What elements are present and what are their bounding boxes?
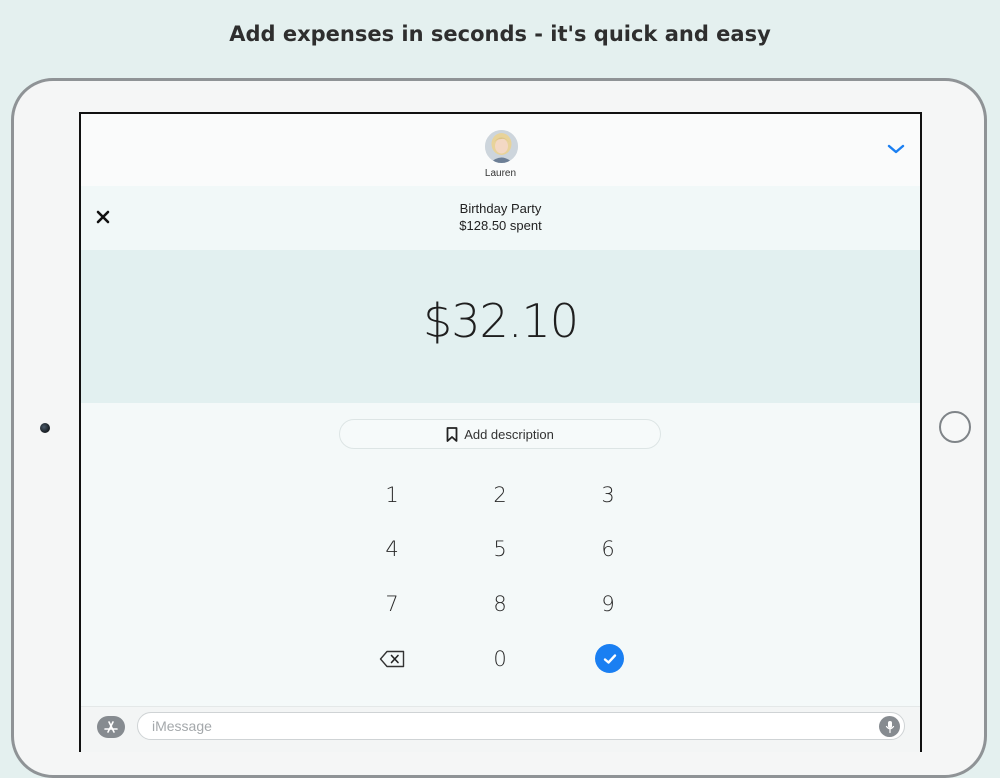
- keypad-key-2[interactable]: 2: [455, 473, 545, 517]
- checkmark-icon: [603, 653, 616, 664]
- keypad-key-4[interactable]: 4: [347, 527, 437, 571]
- microphone-icon[interactable]: [879, 716, 900, 737]
- chevron-down-icon[interactable]: [886, 142, 906, 156]
- app-store-icon[interactable]: [97, 716, 125, 738]
- keypad-key-1[interactable]: 1: [347, 473, 437, 517]
- imessage-input[interactable]: [137, 712, 905, 740]
- backspace-icon: [379, 650, 405, 668]
- contact-header: Lauren: [81, 114, 920, 186]
- group-spent-total: $128.50 spent: [459, 218, 542, 233]
- contact-avatar[interactable]: [485, 130, 518, 163]
- messages-extension: Lauren Birthday Party $128.50 spent $32.…: [81, 114, 920, 752]
- keypad-key-0[interactable]: 0: [455, 637, 545, 681]
- keypad-key-8[interactable]: 8: [455, 582, 545, 626]
- contact-name: Lauren: [484, 168, 517, 179]
- bookmark-icon: [446, 426, 458, 442]
- keypad-key-5[interactable]: 5: [455, 527, 545, 571]
- keypad-key-3[interactable]: 3: [563, 473, 653, 517]
- add-description-label: Add description: [464, 426, 554, 442]
- microphone-glyph-icon: [885, 720, 894, 733]
- avatar-photo: [485, 130, 518, 163]
- app-store-glyph-icon: [104, 721, 118, 733]
- keypad-key-7[interactable]: 7: [347, 582, 437, 626]
- keypad-key-6[interactable]: 6: [563, 527, 653, 571]
- keypad-delete-button[interactable]: [347, 637, 437, 681]
- add-description-button[interactable]: Add description: [339, 419, 661, 449]
- device-screen: Lauren Birthday Party $128.50 spent $32.…: [79, 112, 922, 752]
- home-button[interactable]: [939, 411, 971, 443]
- keypad-key-9[interactable]: 9: [563, 582, 653, 626]
- camera-icon: [40, 423, 50, 433]
- confirm-expense-button[interactable]: [595, 644, 624, 673]
- expense-amount: $32.10: [423, 294, 579, 348]
- imessage-compose-bar: [81, 706, 920, 752]
- promo-headline: Add expenses in seconds - it's quick and…: [229, 22, 771, 46]
- group-title: Birthday Party: [459, 201, 542, 216]
